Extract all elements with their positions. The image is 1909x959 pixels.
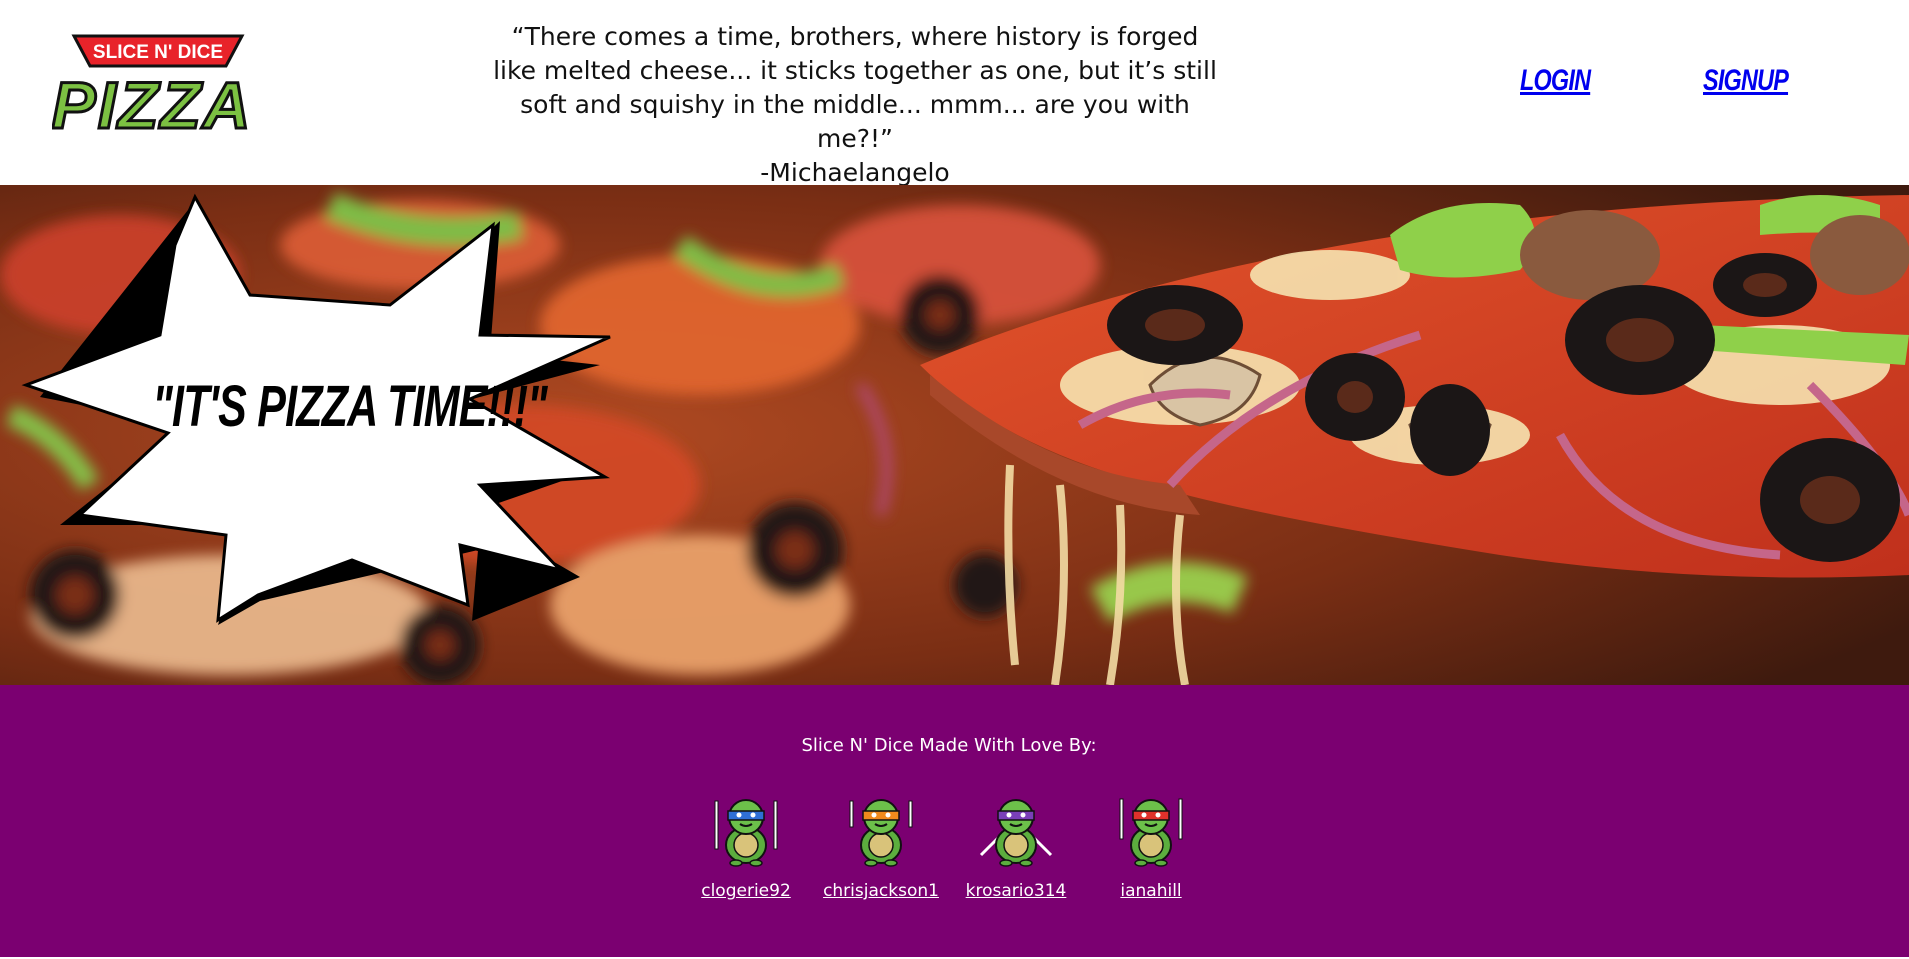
team-member: clogerie92	[681, 793, 811, 901]
hero-banner: "IT'S PIZZA TIME!!!"	[0, 185, 1909, 685]
team-member: chrisjackson1	[816, 793, 946, 901]
pizza-time-tagline: "IT'S PIZZA TIME!!!"	[152, 374, 547, 439]
member-link-krosario314[interactable]: krosario314	[951, 881, 1081, 901]
michaelangelo-quote: “There comes a time, brothers, where his…	[480, 20, 1230, 190]
turtle-red-mask-icon	[1119, 798, 1183, 867]
member-link-clogerie92[interactable]: clogerie92	[681, 881, 811, 901]
logo[interactable]: SLICE N' DICE PIZZA	[52, 32, 254, 144]
logo-main-text: PIZZA	[52, 68, 252, 142]
turtle-blue-mask-icon	[714, 799, 778, 867]
login-link[interactable]: LOGIN	[1520, 64, 1591, 98]
member-link-ianahill[interactable]: ianahill	[1086, 881, 1216, 901]
site-header: SLICE N' DICE PIZZA “There comes a time,…	[0, 0, 1909, 187]
quote-line: like melted cheese... it sticks together…	[493, 56, 1217, 85]
quote-line: “There comes a time, brothers, where his…	[511, 22, 1199, 51]
signup-link[interactable]: SIGNUP	[1703, 64, 1789, 98]
turtle-orange-mask-icon	[849, 799, 913, 867]
team-member: krosario314	[951, 793, 1081, 901]
credits-heading: Slice N' Dice Made With Love By:	[801, 735, 1097, 756]
logo-banner-text: SLICE N' DICE	[93, 42, 223, 63]
member-link-chrisjackson1[interactable]: chrisjackson1	[816, 881, 946, 901]
team-member: ianahill	[1086, 793, 1216, 901]
quote-line: soft and squishy in the middle... mmm...…	[520, 90, 1190, 153]
site-footer: Slice N' Dice Made With Love By: clogeri…	[0, 685, 1909, 957]
turtle-purple-mask-icon	[979, 799, 1053, 867]
